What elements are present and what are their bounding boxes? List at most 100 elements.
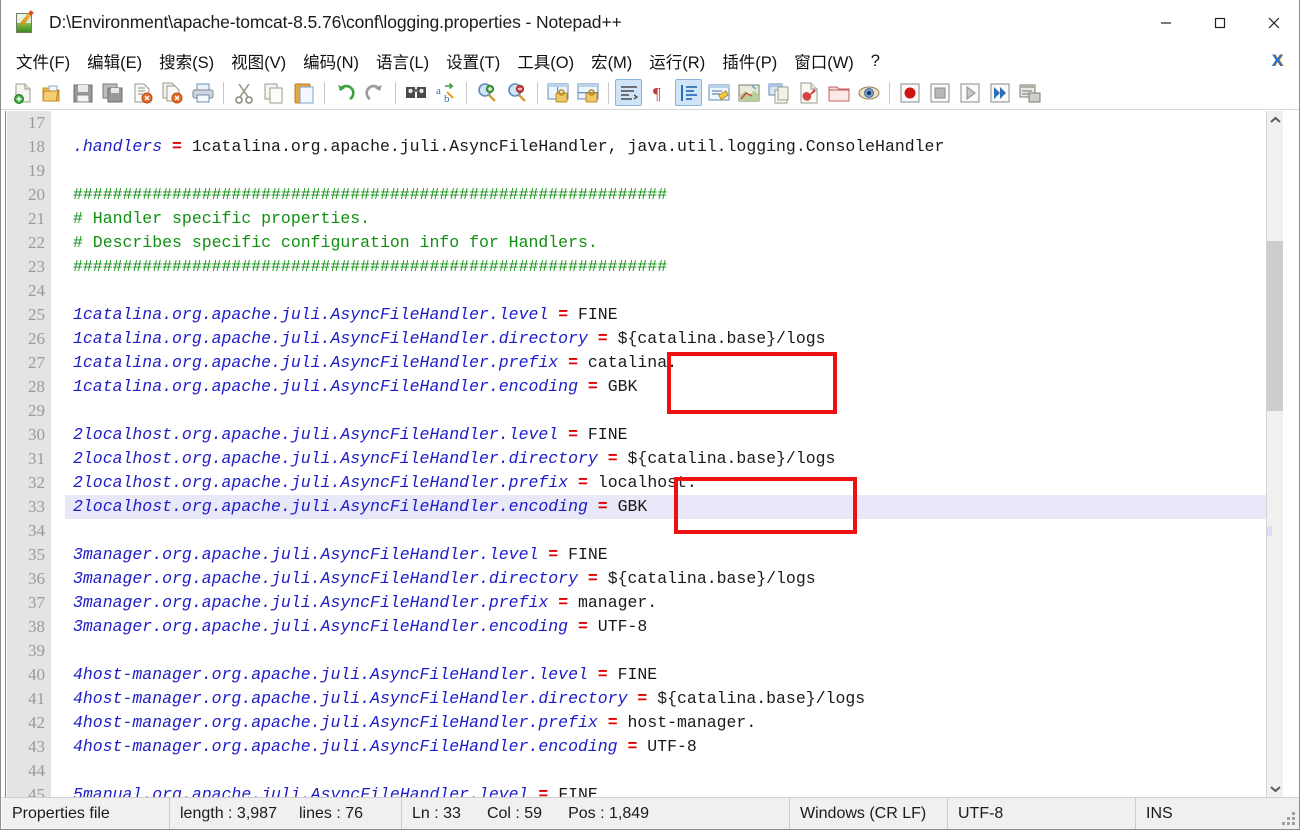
close-document-button[interactable]: X bbox=[1272, 51, 1283, 71]
code-token: 5manual.org.apache.juli.AsyncFileHandler… bbox=[73, 785, 529, 797]
code-text-area[interactable]: .handlers = 1catalina.org.apache.juli.As… bbox=[65, 111, 1283, 797]
code-token: = bbox=[538, 785, 549, 797]
document-map-icon[interactable] bbox=[735, 79, 762, 106]
print-icon[interactable] bbox=[189, 79, 216, 106]
code-line[interactable]: 5manual.org.apache.juli.AsyncFileHandler… bbox=[65, 783, 1283, 797]
show-indent-guide-icon[interactable] bbox=[675, 79, 702, 106]
menu-encoding[interactable]: 编码(N) bbox=[296, 47, 366, 75]
scroll-up-icon[interactable] bbox=[1267, 111, 1283, 128]
close-file-icon[interactable] bbox=[129, 79, 156, 106]
function-list-icon[interactable] bbox=[795, 79, 822, 106]
menu-edit[interactable]: 编辑(E) bbox=[80, 47, 149, 75]
close-all-files-icon[interactable] bbox=[159, 79, 186, 106]
sync-vertical-scroll-icon[interactable] bbox=[544, 79, 571, 106]
close-icon[interactable] bbox=[1247, 0, 1299, 46]
code-line[interactable]: 4host-manager.org.apache.juli.AsyncFileH… bbox=[65, 735, 1283, 759]
macro-stop-icon[interactable] bbox=[926, 79, 953, 106]
code-line[interactable]: .handlers = 1catalina.org.apache.juli.As… bbox=[65, 135, 1283, 159]
code-token: = bbox=[578, 617, 588, 636]
status-insert-mode[interactable]: INS bbox=[1136, 798, 1194, 830]
word-wrap-icon[interactable] bbox=[615, 79, 642, 106]
zoom-in-icon[interactable] bbox=[473, 79, 500, 106]
save-icon[interactable] bbox=[69, 79, 96, 106]
editor-pane[interactable]: 17 18 19 20 21 22 23 24 25 26 27 28 29 30 31 32 33 34 35 36… bbox=[2, 111, 1283, 797]
user-defined-language-icon[interactable] bbox=[705, 79, 732, 106]
sync-horizontal-scroll-icon[interactable] bbox=[574, 79, 601, 106]
code-line[interactable]: 1catalina.org.apache.juli.AsyncFileHandl… bbox=[65, 351, 1283, 375]
resize-grip-icon[interactable] bbox=[1282, 812, 1296, 826]
folder-as-workspace-icon[interactable] bbox=[825, 79, 852, 106]
monitoring-icon[interactable] bbox=[855, 79, 882, 106]
code-line[interactable] bbox=[65, 519, 1283, 543]
menu-help[interactable]: ? bbox=[864, 50, 887, 73]
code-line[interactable] bbox=[65, 279, 1283, 303]
status-eol-format[interactable]: Windows (CR LF) bbox=[790, 797, 948, 829]
code-line[interactable]: 3manager.org.apache.juli.AsyncFileHandle… bbox=[65, 591, 1283, 615]
code-token: FINE bbox=[558, 545, 608, 564]
macro-save-icon[interactable] bbox=[1016, 79, 1043, 106]
open-file-icon[interactable] bbox=[39, 79, 66, 106]
code-line[interactable]: 2localhost.org.apache.juli.AsyncFileHand… bbox=[65, 447, 1283, 471]
code-token: .handlers bbox=[73, 137, 163, 156]
menu-view[interactable]: 视图(V) bbox=[224, 47, 293, 75]
minimize-icon[interactable] bbox=[1139, 0, 1193, 46]
find-icon[interactable] bbox=[402, 79, 429, 106]
code-line[interactable]: 1catalina.org.apache.juli.AsyncFileHandl… bbox=[65, 303, 1283, 327]
zoom-out-icon[interactable] bbox=[503, 79, 530, 106]
scrollbar-thumb[interactable] bbox=[1267, 241, 1283, 411]
menu-file[interactable]: 文件(F) bbox=[9, 47, 77, 75]
code-line[interactable] bbox=[65, 639, 1283, 663]
code-line[interactable]: 4host-manager.org.apache.juli.AsyncFileH… bbox=[65, 687, 1283, 711]
replace-icon[interactable]: a b bbox=[432, 79, 459, 106]
menu-run[interactable]: 运行(R) bbox=[642, 47, 712, 75]
code-line[interactable]: 4host-manager.org.apache.juli.AsyncFileH… bbox=[65, 663, 1283, 687]
menu-settings[interactable]: 设置(T) bbox=[439, 47, 507, 75]
new-file-icon[interactable] bbox=[9, 79, 36, 106]
code-line[interactable]: 2localhost.org.apache.juli.AsyncFileHand… bbox=[65, 495, 1283, 519]
code-line[interactable]: 3manager.org.apache.juli.AsyncFileHandle… bbox=[65, 615, 1283, 639]
code-token: # Handler specific properties. bbox=[73, 209, 371, 228]
menu-language[interactable]: 语言(L) bbox=[369, 47, 436, 75]
code-line[interactable]: ########################################… bbox=[65, 183, 1283, 207]
fold-margin[interactable] bbox=[51, 111, 65, 797]
code-line[interactable]: 1catalina.org.apache.juli.AsyncFileHandl… bbox=[65, 327, 1283, 351]
code-line[interactable] bbox=[65, 159, 1283, 183]
line-number: 29 bbox=[28, 401, 45, 420]
code-line[interactable]: # Describes specific configuration info … bbox=[65, 231, 1283, 255]
menu-tools[interactable]: 工具(O) bbox=[510, 47, 581, 75]
redo-icon[interactable] bbox=[361, 79, 388, 106]
vertical-scrollbar[interactable] bbox=[1266, 111, 1283, 797]
menu-macro[interactable]: 宏(M) bbox=[584, 47, 639, 75]
code-line[interactable]: ########################################… bbox=[65, 255, 1283, 279]
code-line[interactable]: 1catalina.org.apache.juli.AsyncFileHandl… bbox=[65, 375, 1283, 399]
scroll-down-icon[interactable] bbox=[1267, 780, 1283, 797]
code-line[interactable] bbox=[65, 111, 1283, 135]
code-token: = bbox=[587, 569, 598, 588]
code-line[interactable]: # Handler specific properties. bbox=[65, 207, 1283, 231]
menu-search[interactable]: 搜索(S) bbox=[152, 47, 221, 75]
code-line[interactable]: 4host-manager.org.apache.juli.AsyncFileH… bbox=[65, 711, 1283, 735]
document-switcher-icon[interactable] bbox=[765, 79, 792, 106]
maximize-icon[interactable] bbox=[1193, 0, 1247, 46]
show-all-characters-icon[interactable]: ¶ bbox=[645, 79, 672, 106]
macro-run-multiple-icon[interactable] bbox=[986, 79, 1013, 106]
code-line[interactable] bbox=[65, 759, 1283, 783]
copy-icon[interactable] bbox=[260, 79, 287, 106]
cut-icon[interactable] bbox=[230, 79, 257, 106]
code-line[interactable] bbox=[65, 399, 1283, 423]
macro-record-icon[interactable] bbox=[896, 79, 923, 106]
save-all-icon[interactable] bbox=[99, 79, 126, 106]
undo-icon[interactable] bbox=[331, 79, 358, 106]
code-line[interactable]: 3manager.org.apache.juli.AsyncFileHandle… bbox=[65, 567, 1283, 591]
code-line[interactable]: 2localhost.org.apache.juli.AsyncFileHand… bbox=[65, 423, 1283, 447]
status-encoding[interactable]: UTF-8 bbox=[948, 797, 1136, 829]
status-language[interactable]: Properties file bbox=[2, 797, 170, 829]
code-line[interactable]: 3manager.org.apache.juli.AsyncFileHandle… bbox=[65, 543, 1283, 567]
line-number: 36 bbox=[28, 569, 45, 588]
menu-plugins[interactable]: 插件(P) bbox=[715, 47, 784, 75]
paste-icon[interactable] bbox=[290, 79, 317, 106]
code-line[interactable]: 2localhost.org.apache.juli.AsyncFileHand… bbox=[65, 471, 1283, 495]
menu-window[interactable]: 窗口(W) bbox=[787, 47, 861, 75]
macro-playback-icon[interactable] bbox=[956, 79, 983, 106]
code-token: = bbox=[578, 473, 588, 492]
